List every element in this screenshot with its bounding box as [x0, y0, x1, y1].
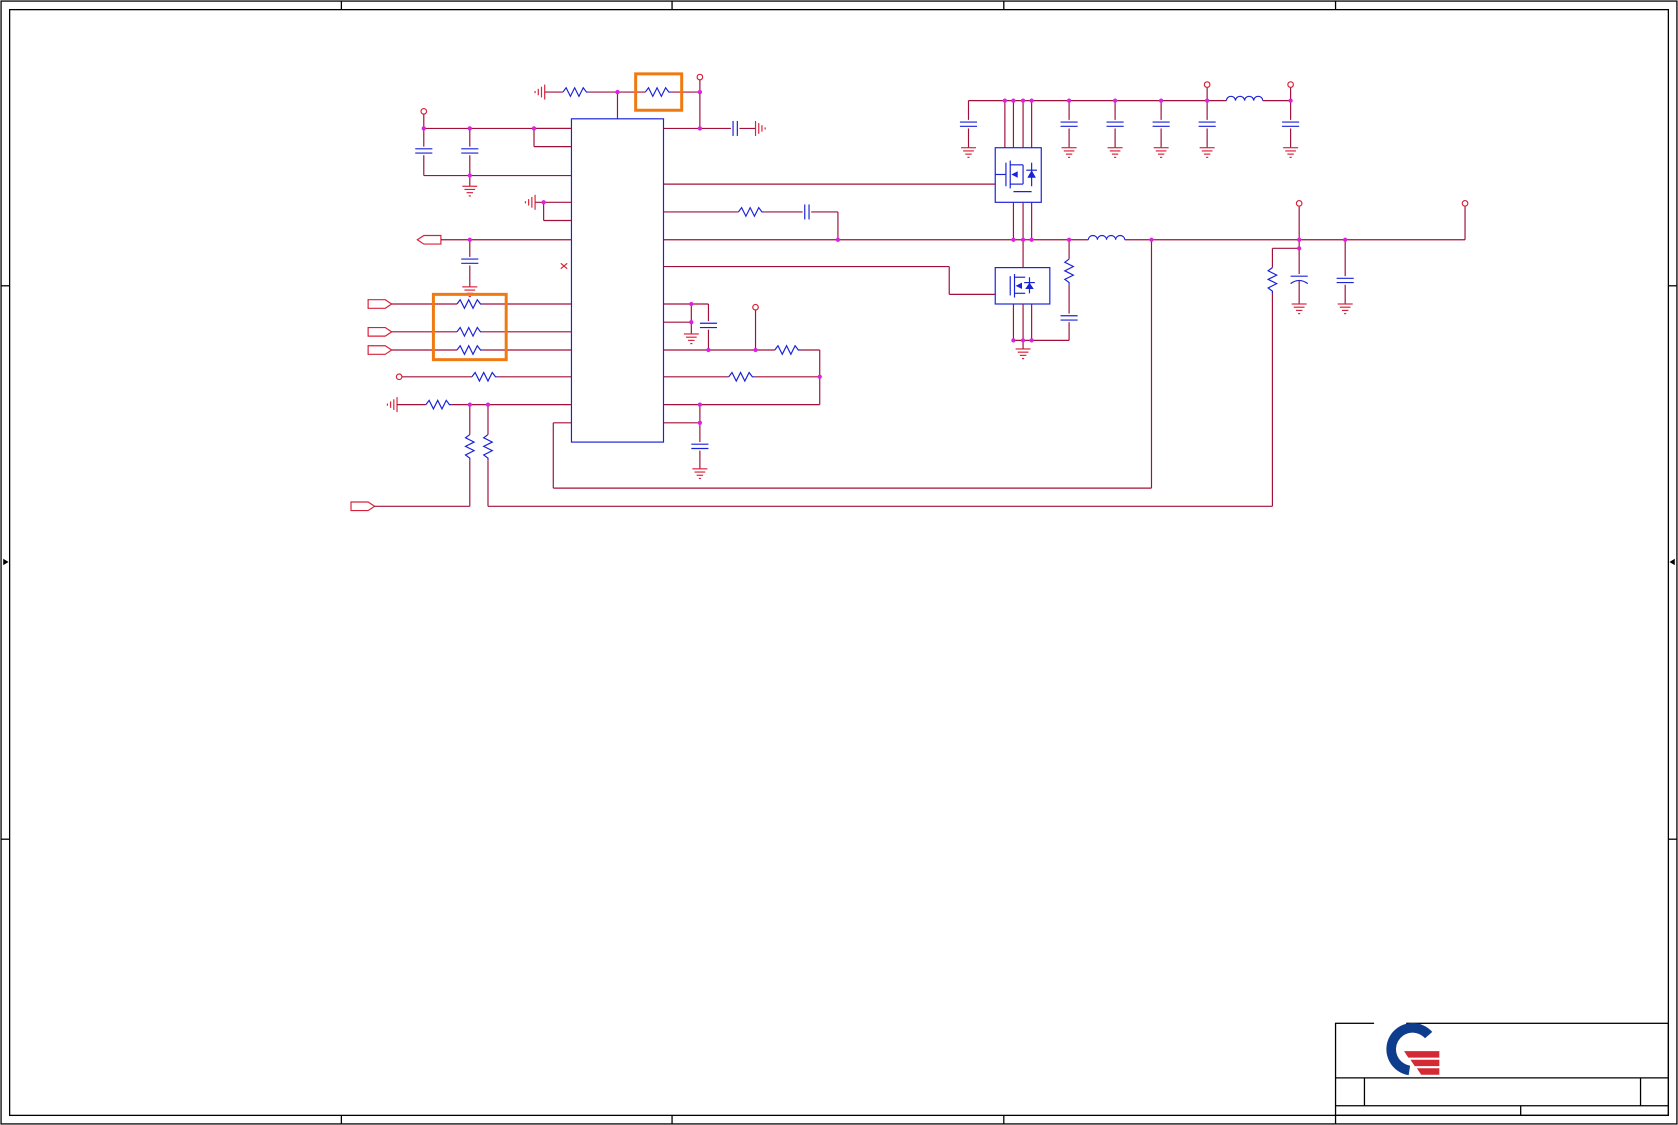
sheet-border [0, 0, 1678, 1125]
input-network [350, 107, 1274, 512]
low-side-mosfet-icon [994, 267, 1051, 305]
pwm-controller-ic [570, 118, 665, 443]
top-network [534, 73, 766, 137]
schematic-sheet [0, 0, 1678, 1125]
junctions [421, 89, 1348, 425]
power-stage [959, 81, 1469, 360]
right-network [663, 183, 1089, 480]
high-side-mosfet-icon [994, 147, 1042, 203]
title-block [1334, 1019, 1670, 1117]
quanta-logo-icon [1374, 1019, 1440, 1076]
